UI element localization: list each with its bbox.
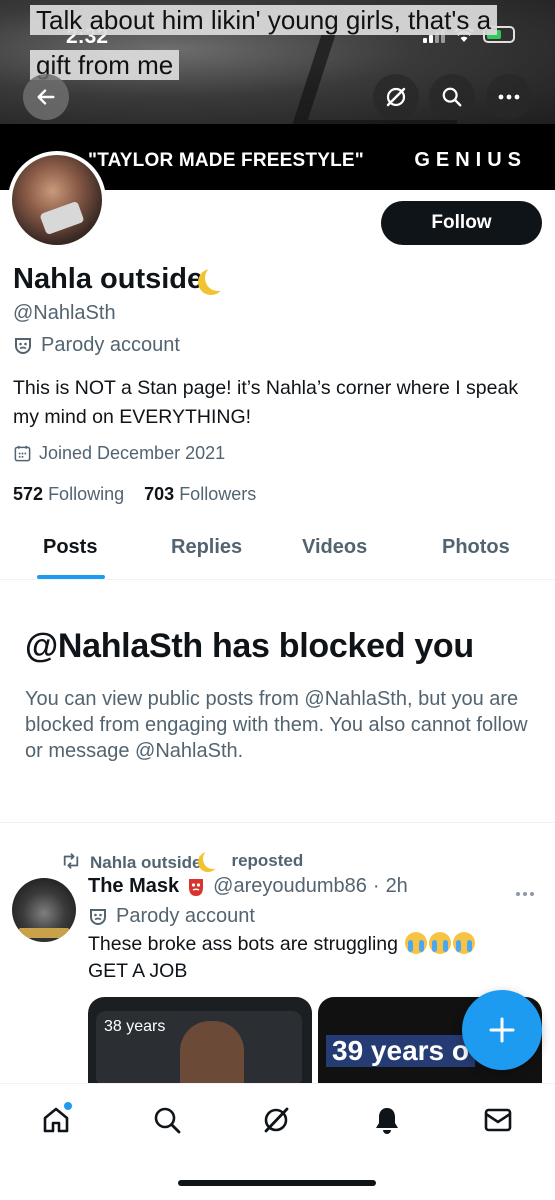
post-text-line1: These broke ass bots are struggling (88, 933, 399, 955)
follow-stats: 572 Following 703 Followers (13, 484, 256, 505)
joined-date-text: Joined December 2021 (39, 443, 226, 463)
post-meta-separator: · (372, 875, 380, 897)
post-header: The Mask @areyoudumb86 · 2h (88, 875, 408, 898)
plus-icon (489, 1017, 515, 1043)
following-link[interactable]: 572 Following (13, 484, 124, 504)
more-horizontal-icon (516, 892, 534, 896)
tab-posts[interactable]: Posts (43, 536, 97, 559)
following-label: Following (48, 484, 125, 504)
more-horizontal-icon (498, 94, 520, 100)
back-button[interactable] (23, 74, 69, 120)
post-media-item[interactable]: 38 years (88, 997, 312, 1087)
search-icon (154, 1107, 181, 1134)
nav-home[interactable] (32, 1096, 80, 1144)
mail-icon (484, 1108, 512, 1132)
calendar-icon (14, 445, 31, 462)
post-more-options[interactable] (515, 880, 535, 903)
overlay-caption-line1: Talk about him likin' young girls, that'… (30, 5, 498, 35)
grok-icon (264, 1107, 289, 1133)
followers-count: 703 (144, 484, 175, 504)
post-author-avatar[interactable] (12, 878, 76, 942)
arrow-left-icon (37, 89, 55, 105)
following-count: 572 (13, 484, 44, 504)
search-button[interactable] (429, 74, 475, 120)
loudly-crying-emoji-icon (429, 932, 452, 954)
blocked-notice-title: @NahlaSth has blocked you (25, 627, 474, 665)
followers-label: Followers (179, 484, 257, 504)
home-notification-dot (64, 1102, 72, 1110)
media-person (180, 1021, 244, 1087)
display-name-text: Nahla outside (13, 263, 204, 295)
post-timestamp[interactable]: 2h (386, 875, 408, 898)
banner-brand-text: GENIUS (414, 149, 527, 171)
post-parody-label: Parody account (88, 905, 255, 928)
profile-bio: This is NOT a Stan page! it’s Nahla’s co… (13, 377, 519, 428)
repost-label: reposted (231, 850, 304, 870)
profile-tabs: Posts Replies Videos Photos (0, 520, 555, 580)
loudly-crying-emoji-icon (405, 932, 428, 954)
parody-account-text: Parody account (41, 334, 180, 356)
post-text-line2: GET A JOB (88, 960, 188, 982)
blocked-notice-body: You can view public posts from @NahlaSth… (25, 688, 528, 762)
profile-handle: @NahlaSth (13, 302, 116, 324)
banner-song-title: "TAYLOR MADE FREESTYLE" (88, 150, 364, 171)
bell-icon (376, 1108, 398, 1134)
theater-masks-icon (90, 908, 106, 925)
followers-link[interactable]: 703 Followers (144, 484, 256, 504)
tab-videos[interactable]: Videos (302, 536, 367, 559)
crescent-moon-icon (203, 849, 223, 869)
loudly-crying-emoji-icon (453, 932, 476, 954)
post-parody-text: Parody account (116, 905, 255, 927)
repost-indicator: Nahla outside reposted (60, 848, 303, 873)
section-divider (0, 822, 555, 823)
tab-photos[interactable]: Photos (442, 536, 510, 559)
joined-date: Joined December 2021 (13, 443, 225, 464)
theater-masks-icon (15, 337, 31, 354)
profile-avatar[interactable] (8, 151, 106, 249)
home-indicator (178, 1180, 376, 1186)
follow-button[interactable]: Follow (381, 201, 542, 245)
profile-display-name: Nahla outside (13, 262, 231, 296)
nav-notifications[interactable] (363, 1096, 411, 1144)
media-caption: 38 years (104, 1018, 166, 1035)
mask-emoji-icon (189, 878, 204, 896)
post-author-handle[interactable]: @areyoudumb86 (213, 875, 367, 898)
post-author-name[interactable]: The Mask (88, 875, 179, 898)
repost-user-name[interactable]: Nahla outside (90, 853, 201, 872)
active-tab-indicator (37, 575, 105, 579)
compose-post-button[interactable] (462, 990, 542, 1070)
grok-icon (386, 87, 406, 107)
crescent-moon-icon (205, 265, 231, 291)
nav-grok[interactable] (252, 1096, 300, 1144)
more-options-button[interactable] (486, 74, 532, 120)
nav-messages[interactable] (474, 1096, 522, 1144)
tab-replies[interactable]: Replies (171, 536, 242, 559)
media-caption: 39 years o (326, 1035, 475, 1067)
repost-icon (63, 852, 79, 869)
search-icon (442, 87, 462, 107)
nav-search[interactable] (143, 1096, 191, 1144)
post-text: These broke ass bots are struggling GET … (88, 931, 528, 985)
parody-account-label[interactable]: Parody account (13, 334, 180, 357)
grok-button[interactable] (373, 74, 419, 120)
